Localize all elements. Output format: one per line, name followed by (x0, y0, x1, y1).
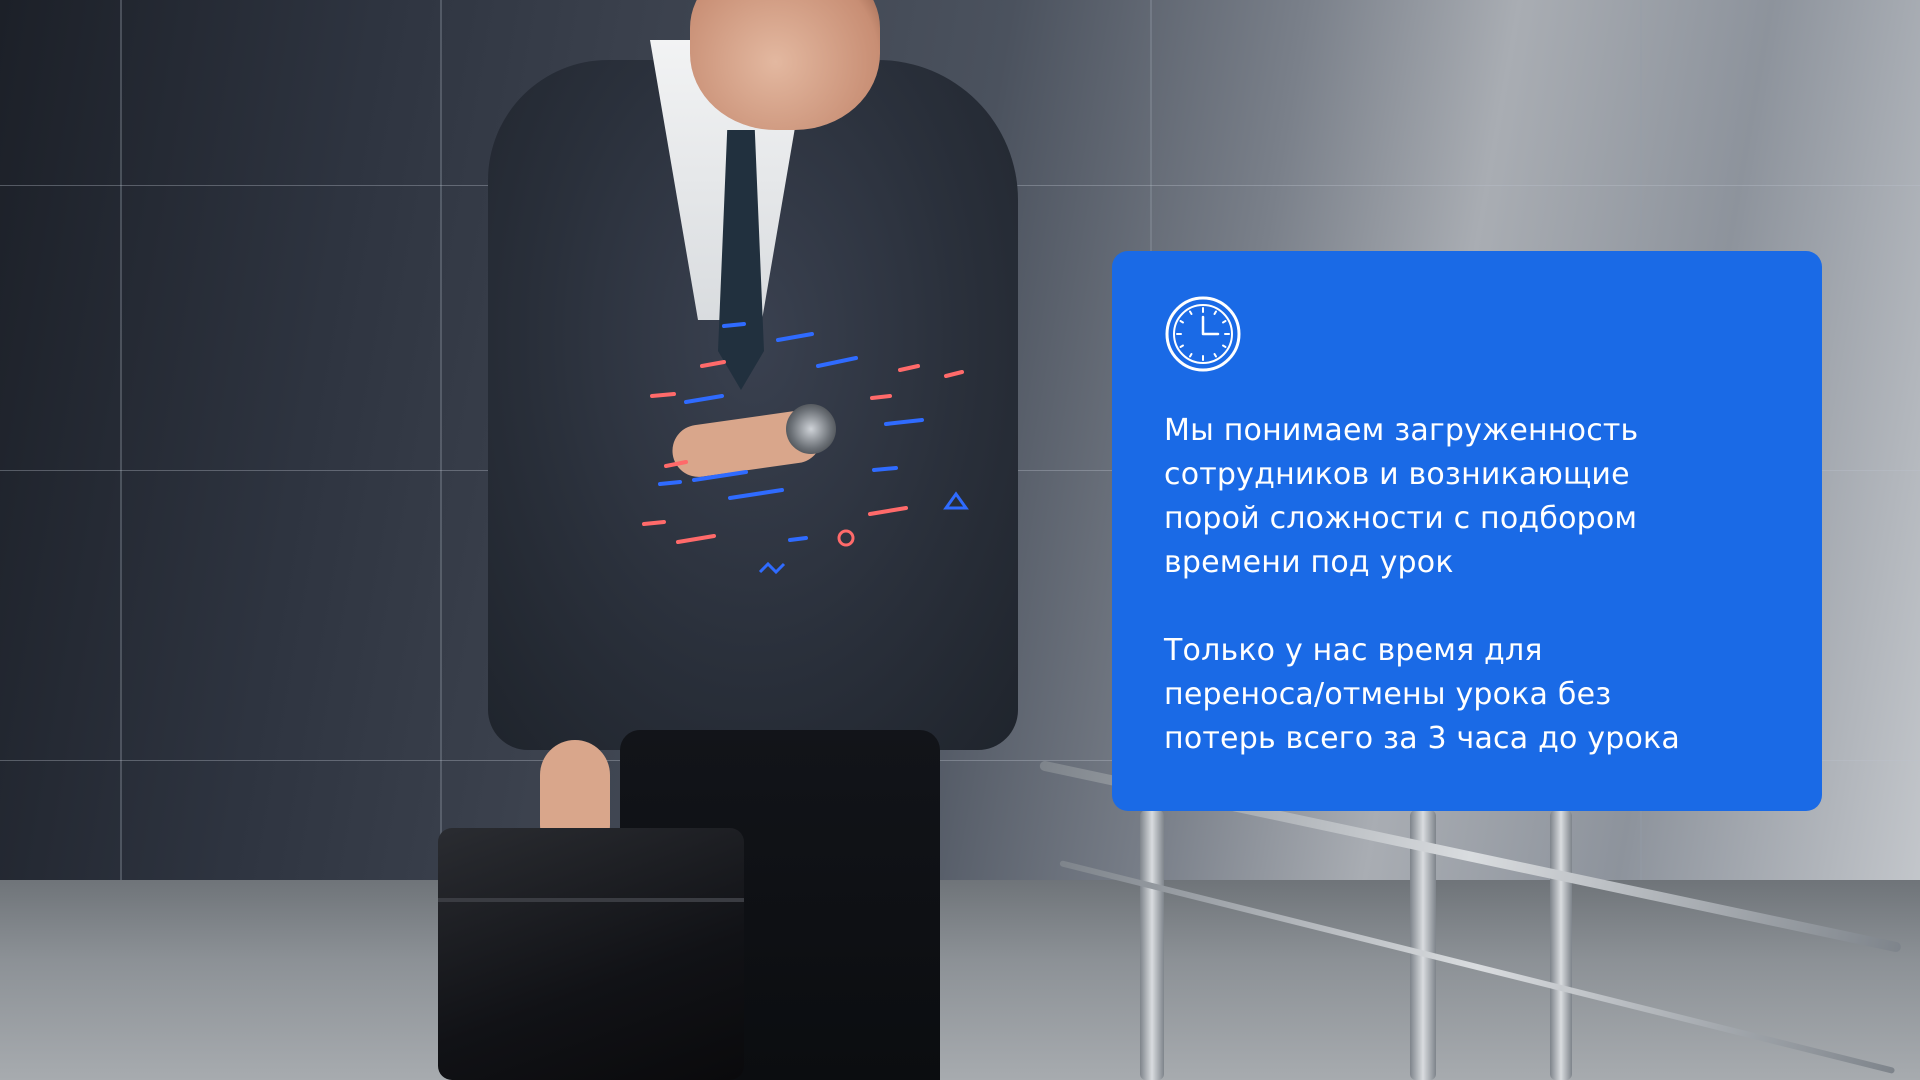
wristwatch (786, 404, 836, 454)
railing-post (1140, 810, 1164, 1080)
stone-floor (0, 880, 1920, 1080)
card-paragraph-workload: Мы понимаем загруженность сотрудников и … (1164, 413, 1639, 580)
card-text: Мы понимаем загруженность сотрудников и … (1164, 409, 1770, 761)
person-head (690, 0, 880, 130)
railing-post (1550, 810, 1572, 1080)
slide: Мы понимаем загруженность сотрудников и … (0, 0, 1920, 1080)
info-card: Мы понимаем загруженность сотрудников и … (1112, 251, 1822, 811)
briefcase (438, 828, 744, 1080)
clock-icon (1165, 296, 1241, 372)
card-paragraph-reschedule: Только у нас время для переноса/отмены у… (1164, 633, 1680, 756)
